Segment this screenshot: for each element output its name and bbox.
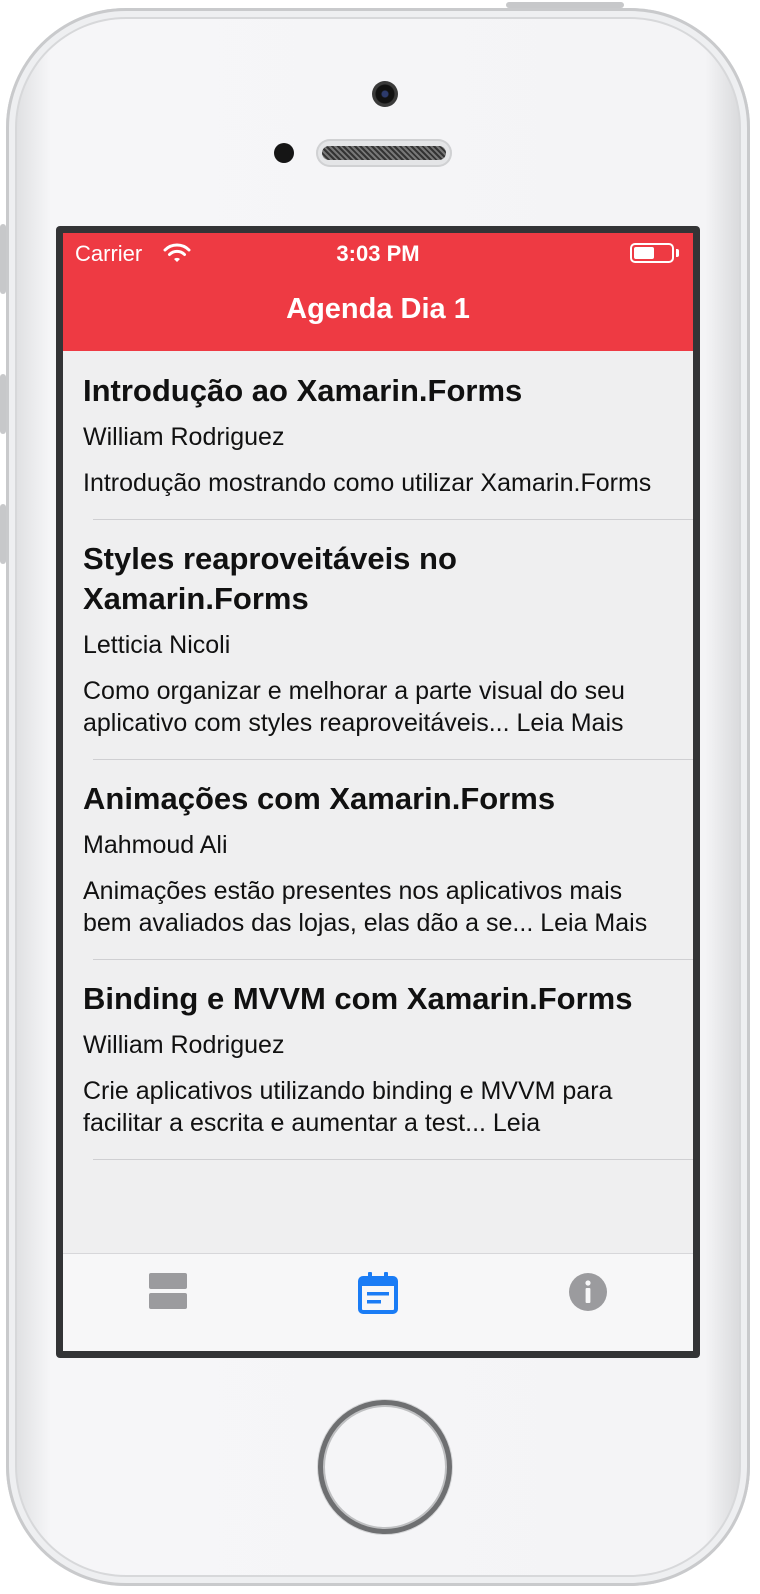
power-button [506,2,624,8]
tab-list[interactable] [63,1254,273,1351]
session-title: Animações com Xamarin.Forms [83,781,556,816]
tab-agenda[interactable] [273,1254,483,1351]
tab-info[interactable] [483,1254,693,1351]
info-icon [569,1273,607,1311]
list-item[interactable]: Animações com Xamarin.Forms Mahmoud Ali … [63,759,693,960]
list-item[interactable]: Binding e MVVM com Xamarin.Forms William… [63,959,693,1160]
list-item[interactable]: Styles reaproveitáveis no Xamarin.Forms … [63,519,693,760]
screen: Carrier 3:03 PM Agenda Dia 1 Introdução … [56,226,700,1358]
front-camera [372,81,398,107]
page-title: Agenda Dia 1 [286,293,470,325]
session-title: Styles reaproveitáveis no Xamarin.Forms [83,541,457,616]
session-speaker: William Rodriguez [83,1031,285,1059]
calendar-icon [358,1272,398,1314]
proximity-sensor [274,143,294,163]
session-speaker: Mahmoud Ali [83,831,228,859]
earpiece-speaker [316,139,452,167]
session-list[interactable]: Introdução ao Xamarin.Forms William Rodr… [63,351,693,1253]
navigation-bar: Carrier 3:03 PM Agenda Dia 1 [63,233,693,351]
list-item[interactable]: Introdução ao Xamarin.Forms William Rodr… [63,351,693,520]
session-description: Animações estão presentes nos aplicativo… [83,877,648,937]
home-button[interactable] [318,1400,452,1534]
battery-terminal [676,249,679,257]
list-icon [149,1273,187,1309]
session-title: Binding e MVVM com Xamarin.Forms [83,981,633,1016]
session-speaker: William Rodriguez [83,423,285,451]
session-title: Introdução ao Xamarin.Forms [83,373,523,408]
volume-down-button [0,504,6,564]
status-time: 3:03 PM [336,241,420,266]
volume-up-button [0,224,6,294]
battery-icon [630,243,674,263]
session-description: Como organizar e melhorar a parte visual… [83,677,625,737]
session-description: Introdução mostrando como utilizar Xamar… [83,469,652,497]
session-speaker: Letticia Nicoli [83,631,231,659]
volume-up-button [0,374,6,434]
tab-bar [63,1253,693,1351]
app-display: Carrier 3:03 PM Agenda Dia 1 Introdução … [63,233,693,1351]
session-description: Crie aplicativos utilizando binding e MV… [83,1077,613,1137]
battery-level [634,247,654,259]
